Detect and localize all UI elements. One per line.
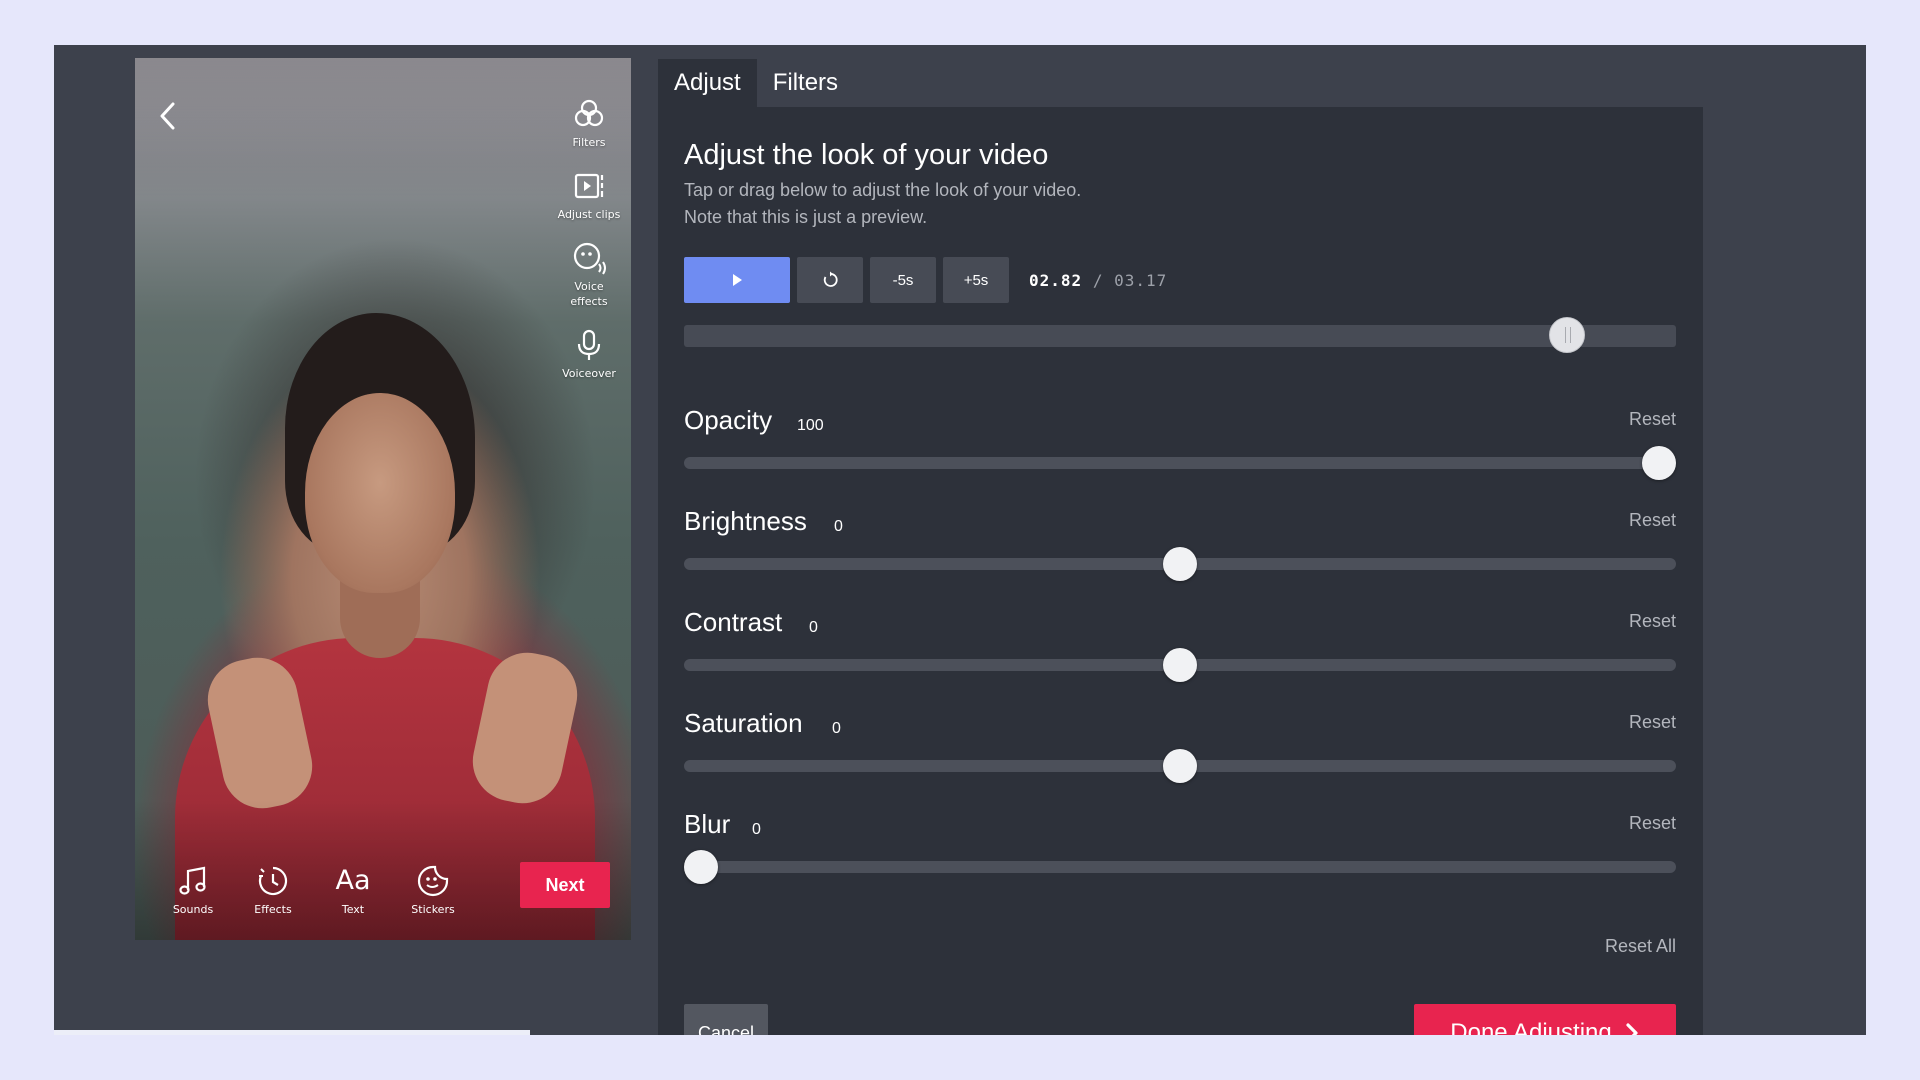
timeline-scrubber[interactable]	[1548, 317, 1585, 353]
text-icon: Aa	[335, 865, 371, 896]
rewind-5s-button[interactable]: -5s	[870, 257, 936, 303]
saturation-slider-thumb[interactable]	[1163, 749, 1197, 783]
tool-label: Stickers	[411, 903, 455, 916]
tool-sounds[interactable]: Sounds	[153, 864, 233, 916]
playback-controls: -5s +5s 02.82 / 03.17	[684, 257, 1167, 303]
tab-filters[interactable]: Filters	[757, 59, 854, 107]
contrast-slider-thumb[interactable]	[1163, 648, 1197, 682]
rail-label: Filters	[572, 136, 606, 149]
opacity-label: Opacity	[684, 405, 773, 435]
restart-icon	[823, 271, 838, 287]
sticker-icon	[417, 865, 449, 897]
bottom-scrollbar[interactable]	[54, 1030, 530, 1035]
rail-item-voice-effects[interactable]: Voice effects	[547, 240, 631, 309]
panel-description-note: Note that this is just a preview.	[684, 207, 928, 227]
effects-icon	[258, 866, 288, 896]
tool-label: Effects	[254, 903, 292, 916]
playback-timeline[interactable]	[684, 317, 1676, 353]
play-button[interactable]	[684, 257, 790, 303]
adjust-row-brightness: Brightness 0 Reset	[684, 506, 1676, 596]
rail-item-adjust-clips[interactable]: Adjust clips	[547, 168, 631, 222]
saturation-label: Saturation	[684, 708, 803, 738]
rail-label: Voice effects	[570, 280, 608, 308]
reset-all-link[interactable]: Reset All	[1605, 936, 1676, 957]
tool-text[interactable]: Aa Text	[313, 864, 393, 916]
adjust-panel: Adjust the look of your video Tap or dra…	[658, 107, 1703, 1035]
adjust-row-blur: Blur 0 Reset	[684, 809, 1676, 899]
contrast-value: 0	[809, 619, 818, 636]
tool-label: Text	[341, 903, 365, 916]
cancel-button[interactable]: Cancel	[684, 1004, 768, 1035]
rail-item-voiceover[interactable]: Voiceover	[547, 327, 631, 381]
voice-effects-icon	[573, 242, 606, 275]
tool-label: Sounds	[172, 903, 214, 916]
editor-app: Filters Adjust clips Voice effects Voice…	[54, 45, 1866, 1035]
blur-slider[interactable]	[684, 850, 1676, 884]
panel-tabs: Adjust Filters	[658, 59, 854, 107]
total-time: 03.17	[1114, 270, 1168, 290]
music-note-icon	[179, 866, 206, 895]
opacity-reset-link[interactable]: Reset	[1629, 409, 1676, 430]
preview-side-rail: Filters Adjust clips Voice effects Voice…	[547, 96, 631, 399]
play-icon	[733, 274, 742, 286]
brightness-slider-thumb[interactable]	[1163, 547, 1197, 581]
rail-item-filters[interactable]: Filters	[547, 96, 631, 150]
saturation-reset-link[interactable]: Reset	[1629, 712, 1676, 733]
rail-label: Voiceover	[562, 367, 616, 380]
current-time: 02.82	[1029, 270, 1083, 290]
restart-button[interactable]	[797, 257, 863, 303]
saturation-slider[interactable]	[684, 749, 1676, 783]
adjust-row-opacity: Opacity 100 Reset	[684, 405, 1676, 495]
panel-title: Adjust the look of your video	[684, 139, 1049, 171]
blur-value: 0	[752, 821, 761, 838]
contrast-reset-link[interactable]: Reset	[1629, 611, 1676, 632]
microphone-icon	[577, 329, 601, 360]
blur-label: Blur	[684, 809, 731, 839]
opacity-slider[interactable]	[684, 446, 1676, 480]
done-adjusting-button[interactable]: Done Adjusting	[1414, 1004, 1676, 1035]
brightness-label: Brightness	[684, 506, 807, 536]
adjust-row-saturation: Saturation 0 Reset	[684, 708, 1676, 798]
blur-slider-thumb[interactable]	[684, 850, 718, 884]
tool-stickers[interactable]: Stickers	[393, 864, 473, 916]
time-separator: /	[1092, 270, 1104, 290]
next-button[interactable]: Next	[520, 862, 610, 908]
rail-label: Adjust clips	[557, 208, 621, 221]
forward-5s-button[interactable]: +5s	[943, 257, 1009, 303]
done-adjusting-label: Done Adjusting	[1450, 1019, 1612, 1035]
contrast-slider[interactable]	[684, 648, 1676, 682]
blur-reset-link[interactable]: Reset	[1629, 813, 1676, 834]
opacity-slider-thumb[interactable]	[1642, 446, 1676, 480]
chevron-right-icon	[1626, 1023, 1638, 1035]
video-preview[interactable]: Filters Adjust clips Voice effects Voice…	[135, 58, 631, 940]
tool-effects[interactable]: Effects	[233, 864, 313, 916]
adjust-clips-icon	[574, 173, 604, 199]
preview-subject-head	[305, 393, 455, 593]
saturation-value: 0	[832, 720, 841, 737]
brightness-reset-link[interactable]: Reset	[1629, 510, 1676, 531]
tab-adjust[interactable]: Adjust	[658, 59, 757, 107]
brightness-slider[interactable]	[684, 547, 1676, 581]
chevron-left-icon[interactable]	[153, 96, 183, 136]
preview-tool-bar: Sounds Effects Aa Text Stickers	[153, 864, 473, 916]
adjust-row-contrast: Contrast 0 Reset	[684, 607, 1676, 697]
filters-icon	[574, 99, 604, 127]
brightness-value: 0	[834, 518, 843, 535]
timecode: 02.82 / 03.17	[1029, 271, 1167, 290]
panel-description: Tap or drag below to adjust the look of …	[684, 180, 1082, 200]
opacity-value: 100	[797, 417, 824, 434]
contrast-label: Contrast	[684, 607, 783, 637]
